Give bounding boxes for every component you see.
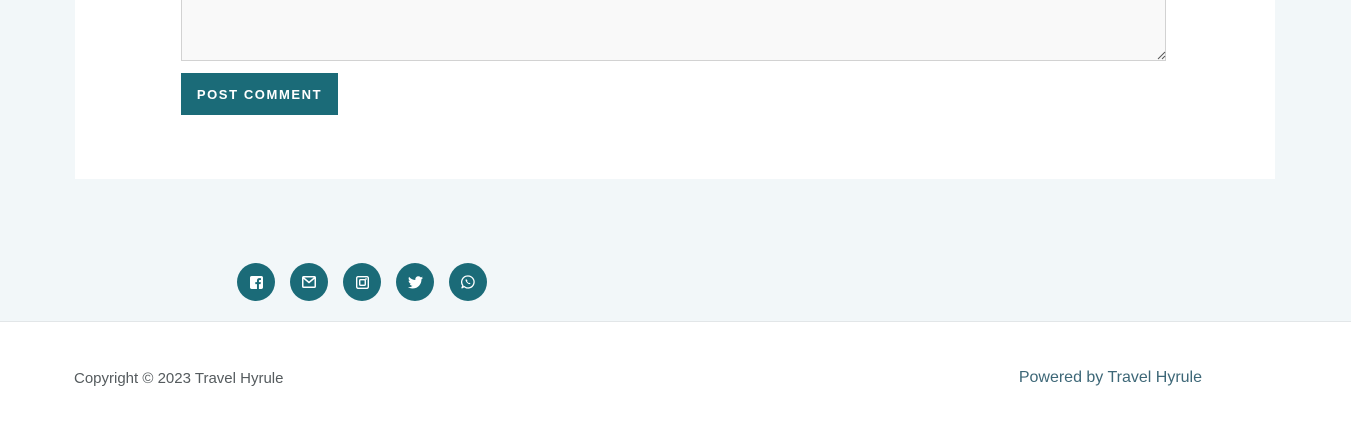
email-icon [302,276,316,288]
whatsapp-link[interactable] [449,263,487,301]
email-link[interactable] [290,263,328,301]
post-comment-button[interactable]: POST COMMENT [181,73,338,115]
powered-by-text: Powered by Travel Hyrule [1018,369,1202,386]
social-links [237,263,487,301]
twitter-icon [407,275,423,288]
twitter-link[interactable] [396,263,434,301]
facebook-icon [249,275,263,289]
facebook-link[interactable] [237,263,275,301]
copyright-text: Copyright © 2023 Travel Hyrule [74,370,284,387]
instagram-icon [355,275,369,289]
comment-form-card: POST COMMENT [75,0,1275,179]
comment-textarea[interactable] [181,0,1166,61]
whatsapp-icon [461,275,475,289]
site-footer: Copyright © 2023 Travel Hyrule Powered b… [0,321,1351,444]
instagram-link[interactable] [343,263,381,301]
